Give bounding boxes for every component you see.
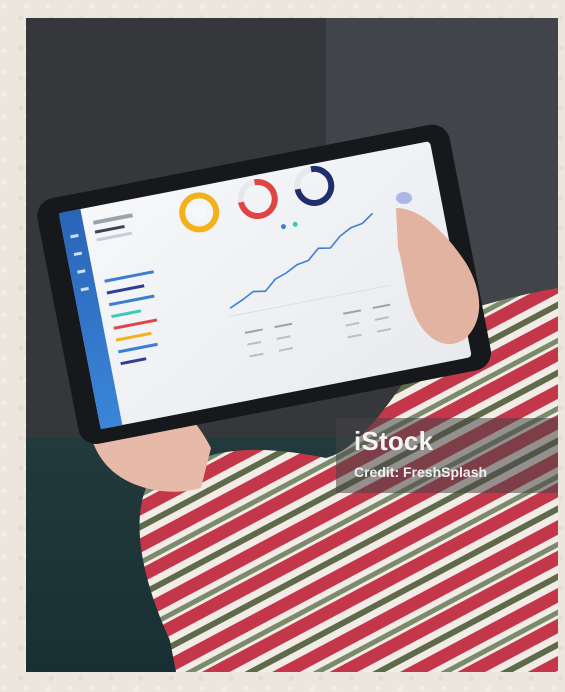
- photo: iStock Credit: FreshSplash: [26, 18, 558, 672]
- watermark-logo: iStock: [354, 426, 434, 456]
- watermark: iStock Credit: FreshSplash: [336, 418, 558, 493]
- watermark-credit: Credit: FreshSplash: [354, 464, 488, 480]
- tablet-photo-scene: [26, 18, 558, 672]
- right-thumbnail: [396, 192, 412, 204]
